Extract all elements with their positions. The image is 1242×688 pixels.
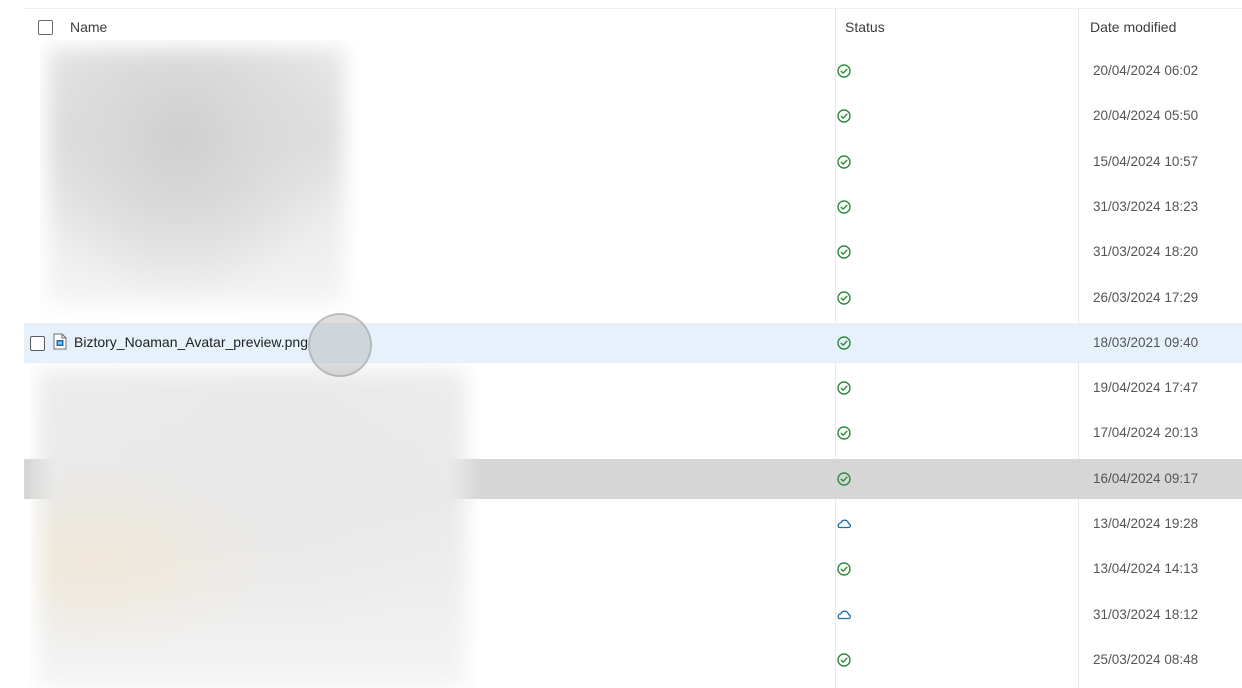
status-column-header[interactable]: Status: [845, 19, 885, 35]
synced-check-icon: [836, 335, 852, 351]
date-modified-cell: 15/04/2024 10:57: [1093, 153, 1199, 169]
synced-check-icon: [836, 199, 852, 215]
date-modified-cell: 31/03/2024 18:23: [1093, 198, 1199, 214]
date-modified-cell: 16/04/2024 09:17: [1093, 470, 1199, 486]
synced-check-icon: [836, 290, 852, 306]
date-modified-cell: 20/04/2024 05:50: [1093, 108, 1199, 124]
date-modified-cell: 31/03/2024 18:12: [1093, 606, 1199, 622]
name-column-header[interactable]: Name: [70, 19, 107, 35]
file-list-view: Name Status Date modified 20/04/2024 06:…: [0, 0, 1242, 688]
row-checkbox[interactable]: [30, 335, 45, 351]
cloud-only-status-icon: [836, 516, 852, 532]
cloud-only-status-icon: [836, 607, 852, 623]
date-modified-cell: 25/03/2024 08:48: [1093, 651, 1199, 667]
file-name[interactable]: Biztory_Noaman_Avatar_preview.png: [74, 334, 308, 350]
synced-check-icon: [836, 108, 852, 124]
redacted-file-names-bottom: [30, 362, 478, 688]
date-modified-cell: 18/03/2021 09:40: [1093, 334, 1199, 350]
touch-cursor-indicator: [308, 313, 372, 377]
synced-check-icon: [836, 471, 852, 487]
date-modified-cell: 13/04/2024 19:28: [1093, 516, 1199, 531]
synced-check-icon: [836, 154, 852, 170]
date-modified-cell: 19/04/2024 17:47: [1093, 380, 1199, 396]
date-modified-column-header[interactable]: Date modified: [1090, 19, 1176, 35]
file-row[interactable]: Biztory_Noaman_Avatar_preview.png 18/03/2…: [24, 322, 1242, 363]
redacted-file-names-top: [40, 40, 360, 315]
synced-check-icon: [836, 652, 852, 668]
date-modified-cell: 26/03/2024 17:29: [1093, 289, 1199, 305]
date-modified-cell: 13/04/2024 14:13: [1093, 561, 1199, 577]
synced-check-icon: [836, 380, 852, 396]
date-modified-cell: 31/03/2024 18:20: [1093, 244, 1199, 260]
synced-check-icon: [836, 63, 852, 79]
select-all-checkbox[interactable]: [38, 20, 53, 35]
synced-check-icon: [836, 425, 852, 441]
synced-check-icon: [836, 244, 852, 260]
date-modified-cell: 17/04/2024 20:13: [1093, 425, 1199, 441]
synced-check-icon: [836, 561, 852, 577]
date-modified-cell: 20/04/2024 06:02: [1093, 63, 1199, 78]
image-file-icon: [53, 333, 67, 350]
